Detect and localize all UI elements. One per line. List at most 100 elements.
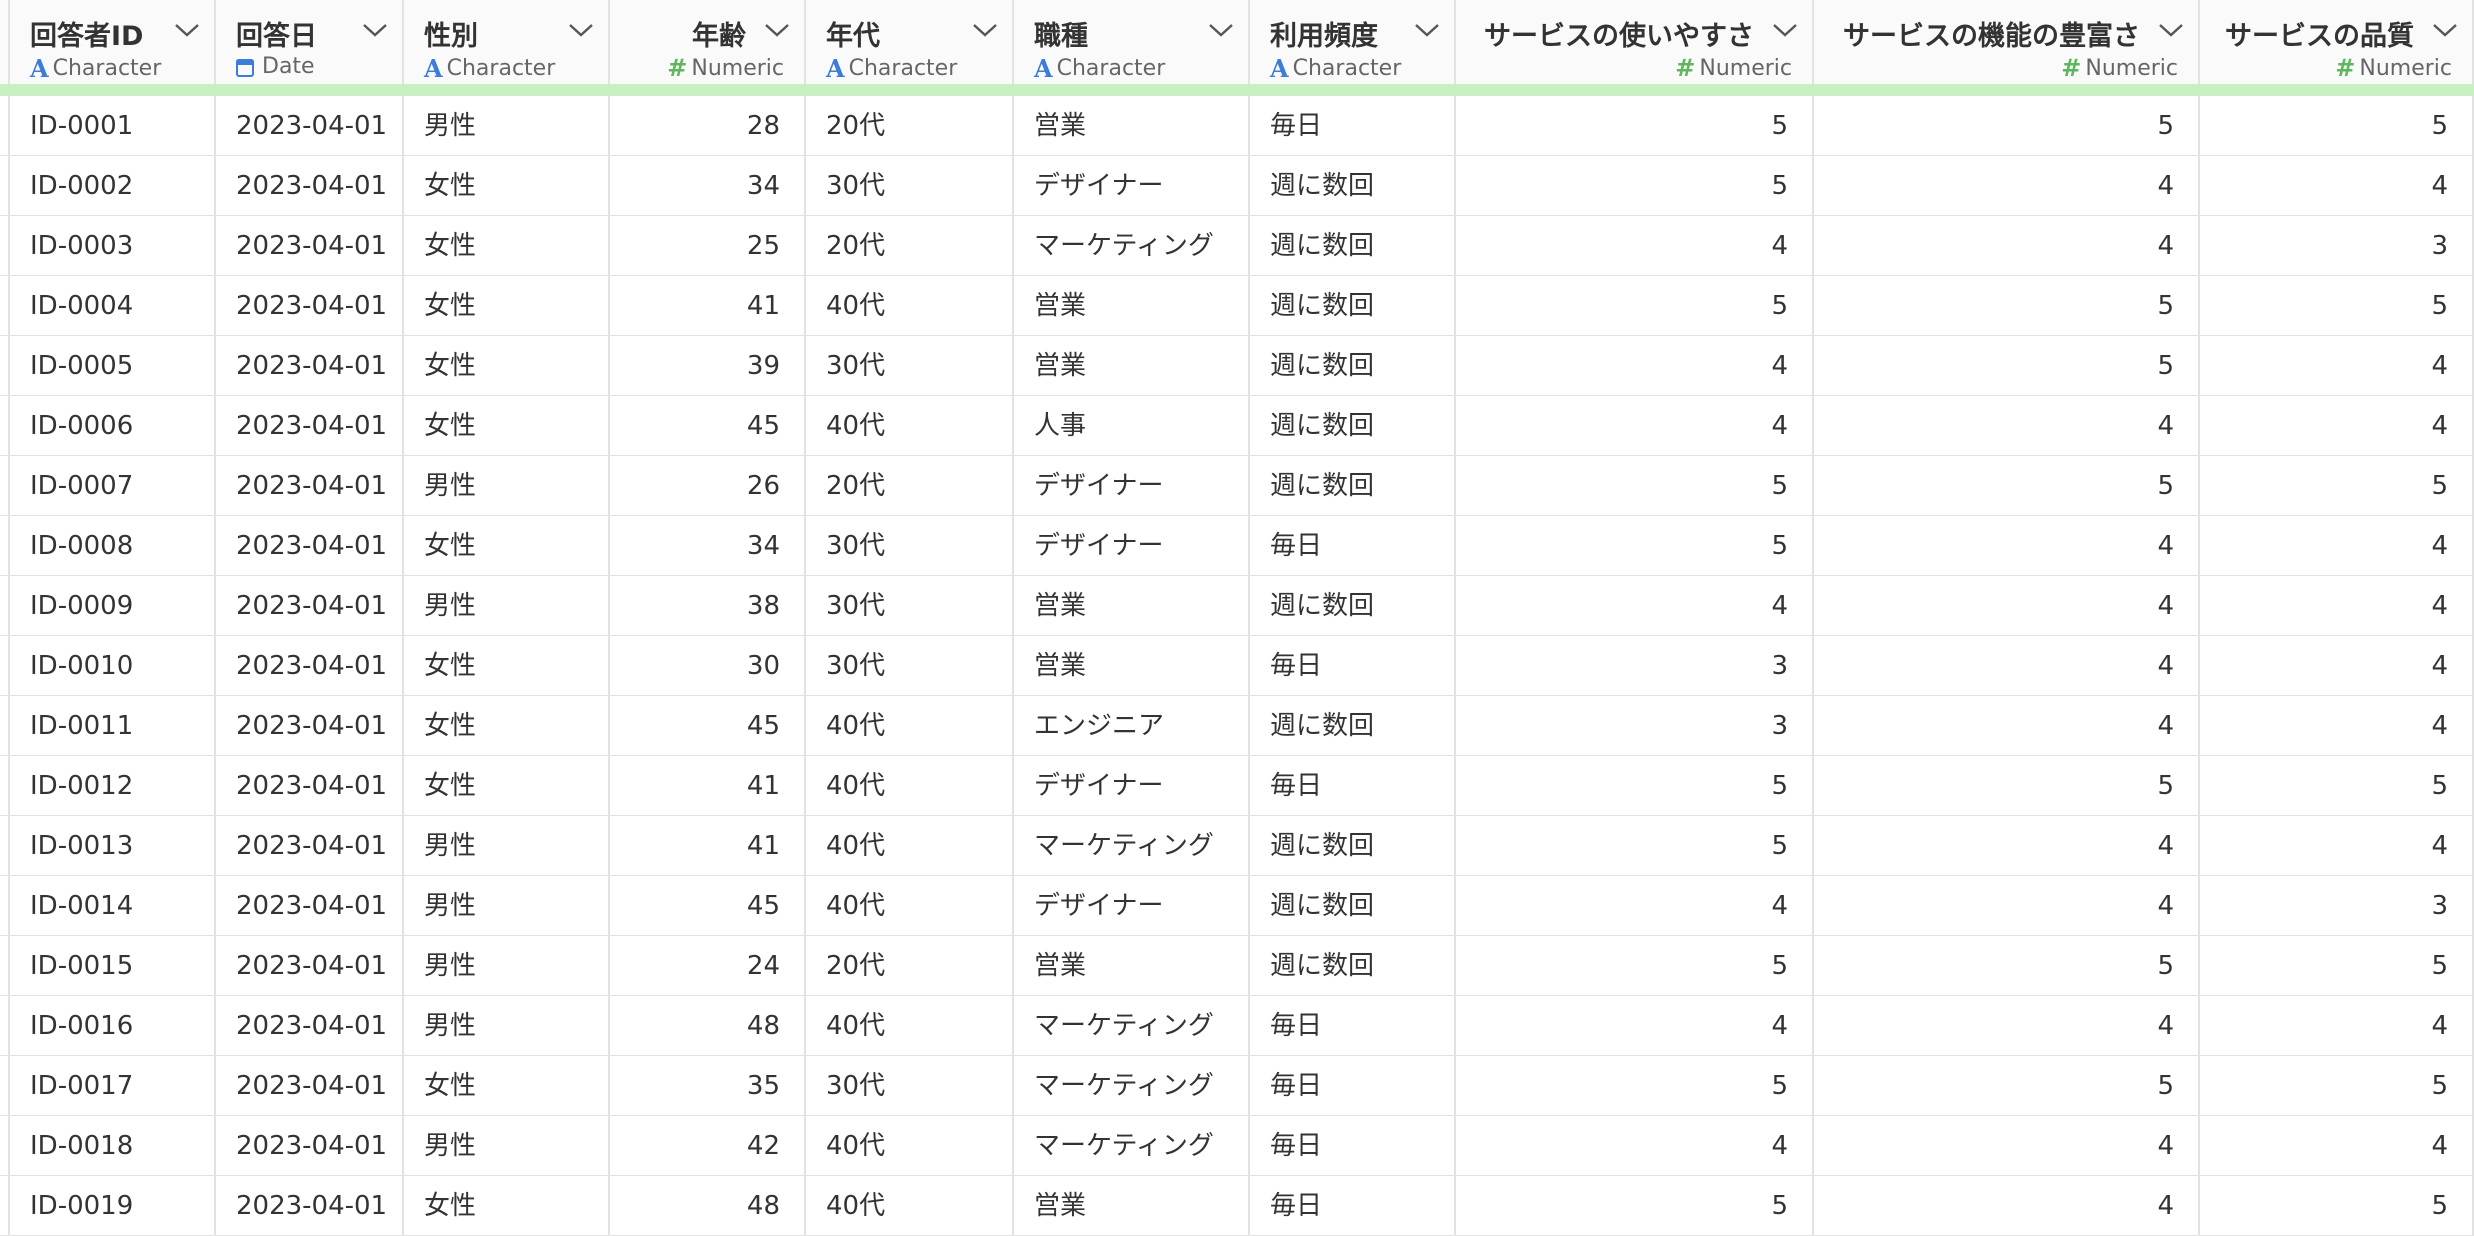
table-cell[interactable]: ID-0011	[8, 696, 216, 755]
chevron-down-icon[interactable]	[1208, 22, 1234, 38]
table-cell[interactable]: 週に数回	[1250, 216, 1456, 275]
table-cell[interactable]: 4	[1456, 876, 1814, 935]
chevron-down-icon[interactable]	[1772, 22, 1798, 38]
table-cell[interactable]: 5	[2200, 276, 2474, 335]
table-cell[interactable]: 毎日	[1250, 516, 1456, 575]
table-cell[interactable]: 4	[2200, 696, 2474, 755]
table-cell[interactable]: 4	[2200, 336, 2474, 395]
table-cell[interactable]: 40代	[806, 276, 1014, 335]
table-cell[interactable]: 週に数回	[1250, 696, 1456, 755]
column-header-5[interactable]: 職種 A Character	[1014, 0, 1250, 84]
table-cell[interactable]: 48	[610, 1176, 806, 1235]
table-cell[interactable]: 30代	[806, 636, 1014, 695]
table-cell[interactable]: 男性	[404, 456, 610, 515]
table-cell[interactable]: 45	[610, 396, 806, 455]
table-cell[interactable]: 3	[2200, 876, 2474, 935]
chevron-down-icon[interactable]	[174, 22, 200, 38]
table-cell[interactable]: 3	[1456, 696, 1814, 755]
table-cell[interactable]: 男性	[404, 936, 610, 995]
chevron-down-icon[interactable]	[568, 22, 594, 38]
table-cell[interactable]: 4	[1814, 576, 2200, 635]
table-cell[interactable]: 4	[1814, 1116, 2200, 1175]
table-cell[interactable]: デザイナー	[1014, 756, 1250, 815]
table-cell[interactable]: 4	[1814, 156, 2200, 215]
table-cell[interactable]: 5	[2200, 456, 2474, 515]
table-cell[interactable]: 4	[1456, 336, 1814, 395]
table-cell[interactable]: 4	[1456, 1116, 1814, 1175]
table-cell[interactable]: ID-0002	[8, 156, 216, 215]
table-cell[interactable]: 40代	[806, 1116, 1014, 1175]
table-cell[interactable]: 4	[1814, 996, 2200, 1055]
table-cell[interactable]: 4	[2200, 516, 2474, 575]
table-cell[interactable]: 毎日	[1250, 1176, 1456, 1235]
table-cell[interactable]: 5	[2200, 96, 2474, 155]
table-cell[interactable]: 28	[610, 96, 806, 155]
table-cell[interactable]: 2023-04-01	[216, 156, 404, 215]
table-cell[interactable]: 2023-04-01	[216, 696, 404, 755]
table-cell[interactable]: マーケティング	[1014, 996, 1250, 1055]
table-cell[interactable]: 週に数回	[1250, 156, 1456, 215]
table-cell[interactable]: 女性	[404, 696, 610, 755]
table-cell[interactable]: 2023-04-01	[216, 96, 404, 155]
table-cell[interactable]: 毎日	[1250, 636, 1456, 695]
table-cell[interactable]: 週に数回	[1250, 876, 1456, 935]
table-cell[interactable]: 5	[1456, 456, 1814, 515]
table-cell[interactable]: 5	[1814, 1056, 2200, 1115]
table-cell[interactable]: 40代	[806, 876, 1014, 935]
table-cell[interactable]: ID-0010	[8, 636, 216, 695]
table-cell[interactable]: 2023-04-01	[216, 636, 404, 695]
table-cell[interactable]: 4	[1456, 396, 1814, 455]
table-cell[interactable]: 42	[610, 1116, 806, 1175]
table-cell[interactable]: 40代	[806, 816, 1014, 875]
table-cell[interactable]: 5	[1456, 276, 1814, 335]
table-cell[interactable]: マーケティング	[1014, 1116, 1250, 1175]
chevron-down-icon[interactable]	[1414, 22, 1440, 38]
table-cell[interactable]: 4	[1456, 216, 1814, 275]
table-cell[interactable]: 週に数回	[1250, 396, 1456, 455]
table-cell[interactable]: ID-0017	[8, 1056, 216, 1115]
chevron-down-icon[interactable]	[362, 22, 388, 38]
table-cell[interactable]: デザイナー	[1014, 156, 1250, 215]
table-cell[interactable]: 5	[2200, 756, 2474, 815]
table-cell[interactable]: 4	[2200, 636, 2474, 695]
table-cell[interactable]: 5	[1814, 336, 2200, 395]
table-cell[interactable]: ID-0005	[8, 336, 216, 395]
column-header-1[interactable]: 回答日 Date	[216, 0, 404, 84]
table-cell[interactable]: 4	[1456, 996, 1814, 1055]
table-cell[interactable]: 週に数回	[1250, 936, 1456, 995]
table-cell[interactable]: 2023-04-01	[216, 1176, 404, 1235]
table-cell[interactable]: 営業	[1014, 1176, 1250, 1235]
table-cell[interactable]: 5	[1814, 456, 2200, 515]
table-cell[interactable]: 週に数回	[1250, 456, 1456, 515]
chevron-down-icon[interactable]	[972, 22, 998, 38]
column-header-4[interactable]: 年代 A Character	[806, 0, 1014, 84]
table-cell[interactable]: 女性	[404, 216, 610, 275]
table-cell[interactable]: 4	[1814, 876, 2200, 935]
table-cell[interactable]: 男性	[404, 96, 610, 155]
table-cell[interactable]: 5	[1456, 516, 1814, 575]
table-cell[interactable]: 39	[610, 336, 806, 395]
table-cell[interactable]: 2023-04-01	[216, 996, 404, 1055]
column-header-3[interactable]: 年齢 # Numeric	[610, 0, 806, 84]
table-cell[interactable]: 2023-04-01	[216, 1116, 404, 1175]
table-cell[interactable]: 週に数回	[1250, 576, 1456, 635]
column-header-0[interactable]: 回答者ID A Character	[8, 0, 216, 84]
table-cell[interactable]: ID-0015	[8, 936, 216, 995]
table-cell[interactable]: 2023-04-01	[216, 756, 404, 815]
table-cell[interactable]: ID-0006	[8, 396, 216, 455]
table-cell[interactable]: マーケティング	[1014, 216, 1250, 275]
table-cell[interactable]: 5	[2200, 936, 2474, 995]
table-cell[interactable]: 4	[1814, 216, 2200, 275]
table-cell[interactable]: 5	[1814, 936, 2200, 995]
table-cell[interactable]: ID-0016	[8, 996, 216, 1055]
table-cell[interactable]: 20代	[806, 456, 1014, 515]
table-cell[interactable]: 30	[610, 636, 806, 695]
table-cell[interactable]: 毎日	[1250, 1056, 1456, 1115]
table-cell[interactable]: 24	[610, 936, 806, 995]
table-cell[interactable]: 45	[610, 696, 806, 755]
table-cell[interactable]: 3	[1456, 636, 1814, 695]
table-cell[interactable]: エンジニア	[1014, 696, 1250, 755]
chevron-down-icon[interactable]	[764, 22, 790, 38]
table-cell[interactable]: 4	[2200, 996, 2474, 1055]
column-header-6[interactable]: 利用頻度 A Character	[1250, 0, 1456, 84]
